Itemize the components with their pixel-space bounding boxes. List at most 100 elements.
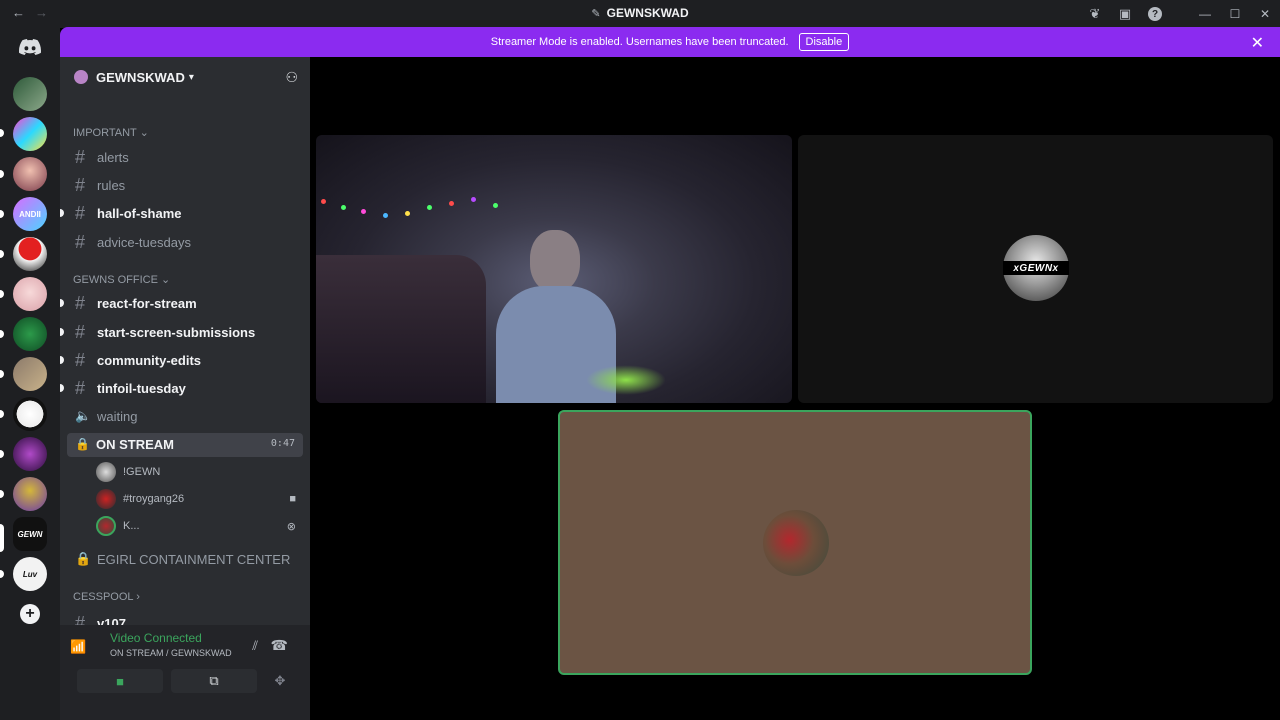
- help-icon-wrap[interactable]: ?: [1140, 0, 1170, 28]
- server-icon-mushroom[interactable]: [13, 237, 47, 271]
- light: [405, 211, 410, 216]
- channel-community-edits[interactable]: # community-edits: [75, 350, 303, 371]
- inbox-icon[interactable]: ▣: [1110, 0, 1140, 28]
- server-icon-anime[interactable]: [13, 277, 47, 311]
- screen-share-button[interactable]: ⧉: [171, 669, 257, 693]
- channel-start-screen-submissions[interactable]: # start-screen-submissions: [75, 322, 303, 343]
- voice-timer: 0:47: [270, 438, 295, 449]
- channel-hall-of-shame[interactable]: # hall-of-shame: [75, 203, 303, 224]
- light: [471, 197, 476, 202]
- back-arrow-icon[interactable]: ←: [12, 5, 25, 20]
- server-icon-white[interactable]: [13, 397, 47, 431]
- hash-icon: #: [75, 175, 86, 195]
- phone-glow: [586, 365, 666, 395]
- video-tile-avatar[interactable]: xGEWNx: [798, 135, 1273, 403]
- string-lights: [321, 195, 511, 235]
- disable-streamer-mode-button[interactable]: Disable: [798, 33, 850, 51]
- selected-pill: [0, 524, 4, 552]
- hash-icon: #: [75, 232, 86, 252]
- video-camera-icon: ■: [116, 673, 124, 689]
- help-icon[interactable]: ?: [1148, 7, 1162, 21]
- close-window-button[interactable]: ✕: [1250, 0, 1280, 28]
- voice-channel-name: ON STREAM: [96, 437, 174, 452]
- speaker-icon: 🔈: [75, 408, 92, 423]
- server-icon-green[interactable]: [13, 317, 47, 351]
- server-icon-script[interactable]: Luv: [13, 557, 47, 591]
- voice-channel-waiting[interactable]: 🔈 waiting: [75, 408, 303, 424]
- disconnect-icon[interactable]: ☎: [271, 637, 288, 654]
- category-important[interactable]: IMPORTANT ⌄: [73, 126, 149, 139]
- unread-pill: [0, 330, 4, 338]
- channel-alerts[interactable]: # alerts: [75, 147, 303, 168]
- server-icon-cat[interactable]: [13, 357, 47, 391]
- voice-user-gewn[interactable]: !GEWN: [96, 462, 296, 482]
- category-cesspool[interactable]: CESSPOOL ›: [73, 591, 140, 603]
- server-icon-3[interactable]: [13, 157, 47, 191]
- unread-pill: [60, 356, 64, 364]
- add-server-icon[interactable]: +: [20, 604, 40, 624]
- noise-suppression-icon[interactable]: ⫽: [252, 638, 258, 654]
- voice-user-k[interactable]: K... ⊗: [96, 516, 296, 536]
- avatar: [96, 489, 116, 509]
- category-gewns-office[interactable]: GEWNS OFFICE ⌄: [73, 273, 170, 286]
- hash-icon: #: [75, 322, 86, 342]
- channel-advice-tuesdays[interactable]: # advice-tuesdays: [75, 232, 303, 253]
- hash-icon: #: [75, 350, 86, 370]
- video-tile-speaking[interactable]: [558, 410, 1032, 675]
- discord-home-icon[interactable]: [13, 33, 47, 61]
- server-icon-purple[interactable]: [13, 437, 47, 471]
- leaf-icon[interactable]: ❦: [1080, 0, 1110, 28]
- unread-pill: [60, 384, 64, 392]
- channel-react-for-stream[interactable]: # react-for-stream: [75, 293, 303, 314]
- channel-tinfoil-tuesday[interactable]: # tinfoil-tuesday: [75, 378, 303, 399]
- light: [427, 205, 432, 210]
- camera-button[interactable]: ■: [77, 669, 163, 693]
- avatar-label: xGEWNx: [1003, 261, 1069, 275]
- channel-sidebar: GEWNSKWAD ▾ ⚇ IMPORTANT ⌄ # alerts # rules…: [60, 57, 310, 720]
- video-tile-webcam[interactable]: [316, 135, 792, 403]
- avatar: [96, 516, 116, 536]
- invite-people-icon[interactable]: ⚇: [285, 69, 298, 86]
- forward-arrow-icon[interactable]: →: [35, 5, 48, 20]
- unread-pill: [0, 250, 4, 258]
- banner-message: Streamer Mode is enabled. Usernames have…: [490, 36, 789, 48]
- lock-icon: 🔒: [75, 437, 90, 451]
- voice-user-troygang[interactable]: #troygang26 ■: [96, 489, 296, 509]
- minimize-button[interactable]: —: [1190, 0, 1220, 28]
- nav-arrows: ← →: [12, 5, 48, 20]
- avatar: xGEWNx: [1003, 235, 1069, 301]
- video-camera-icon: ■: [289, 493, 296, 505]
- server-icon-pepe[interactable]: [13, 477, 47, 511]
- light: [493, 203, 498, 208]
- voice-location[interactable]: ON STREAM / GEWNSKWAD: [110, 648, 232, 658]
- server-icon-andii-skwad[interactable]: ANDII: [13, 197, 47, 231]
- close-banner-icon[interactable]: ✕: [1251, 33, 1264, 53]
- light: [383, 213, 388, 218]
- server-icon-1[interactable]: [13, 77, 47, 111]
- unread-pill: [0, 210, 4, 218]
- activity-icon: ✥: [274, 673, 286, 688]
- signal-icon[interactable]: 📶: [70, 639, 86, 655]
- server-header[interactable]: GEWNSKWAD ▾ ⚇: [60, 57, 310, 97]
- lock-icon: 🔒: [75, 551, 92, 566]
- activities-button[interactable]: ✥: [265, 669, 295, 693]
- server-name: GEWNSKWAD: [96, 69, 185, 85]
- unread-pill: [60, 209, 64, 217]
- hash-icon: #: [75, 293, 86, 313]
- xbox-icon: ⊗: [286, 520, 296, 533]
- server-icon-gewnskwad[interactable]: GEWN: [13, 517, 47, 551]
- titlebar-right: ❦ ▣ ? — ☐ ✕: [1080, 0, 1280, 28]
- server-icon-2[interactable]: [13, 117, 47, 151]
- voice-status[interactable]: Video Connected: [110, 631, 202, 645]
- channel-rules[interactable]: # rules: [75, 175, 303, 196]
- voice-channel-egirl-containment[interactable]: 🔒 EGIRL CONTAINMENT CENTER: [75, 551, 303, 567]
- unread-pill: [0, 129, 4, 137]
- avatar: [96, 462, 116, 482]
- voice-channel-on-stream[interactable]: 🔒 ON STREAM 0:47: [67, 433, 303, 457]
- unread-pill: [0, 570, 4, 578]
- avatar: [763, 510, 829, 576]
- maximize-button[interactable]: ☐: [1220, 0, 1250, 28]
- unread-pill: [60, 299, 64, 307]
- chevron-right-icon: ›: [136, 591, 140, 603]
- streamer-mode-banner: Streamer Mode is enabled. Usernames have…: [60, 27, 1280, 57]
